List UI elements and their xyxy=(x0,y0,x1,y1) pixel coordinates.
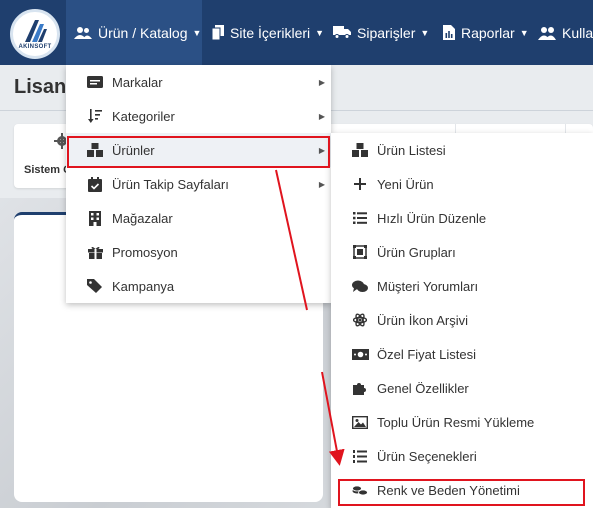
annotation-line xyxy=(275,169,308,311)
annotation-arrows xyxy=(275,169,345,466)
annotation-arrow xyxy=(321,371,345,466)
